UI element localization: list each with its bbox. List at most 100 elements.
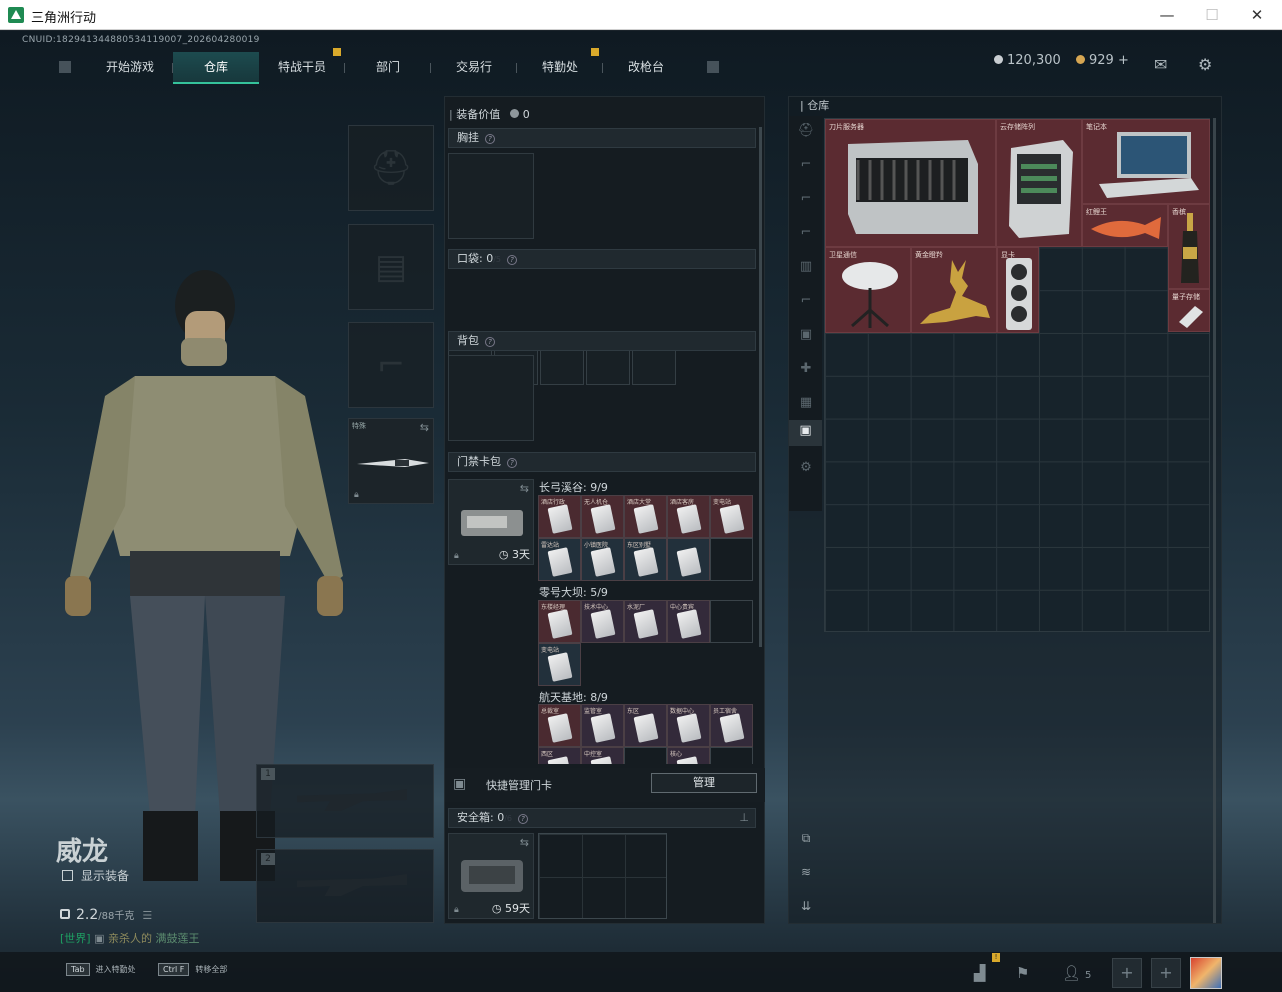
- sort-icon[interactable]: ⧉: [797, 831, 815, 849]
- show-gear-toggle[interactable]: 显示装备: [62, 867, 129, 884]
- tab-department[interactable]: 部门: [345, 52, 431, 84]
- stats-icon[interactable]: ▟!: [974, 953, 1000, 982]
- tab-special-ops[interactable]: 特勤处: [517, 48, 603, 84]
- help-icon[interactable]: ?: [518, 814, 529, 824]
- tidy-icon[interactable]: ⇊: [797, 899, 815, 917]
- primary-weapon-slot-1[interactable]: 1: [256, 764, 434, 838]
- nav-prev-key[interactable]: [59, 61, 71, 73]
- hint-enter-special-ops[interactable]: Tab 进入特勤处: [66, 963, 136, 976]
- keycard-item[interactable]: 小镇医院: [581, 538, 624, 581]
- keycard-case-slot[interactable]: ⇆ 🔒︎ ◷ 3天: [448, 479, 534, 565]
- help-icon[interactable]: ?: [485, 134, 495, 144]
- weapon-category-icon[interactable]: ⌐: [795, 188, 817, 210]
- item-champagne[interactable]: 香槟: [1168, 204, 1210, 289]
- keycard-manage-icon: ▣: [453, 776, 467, 792]
- manage-button[interactable]: 管理: [651, 773, 757, 793]
- mail-icon[interactable]: ✉: [1154, 55, 1167, 74]
- keycard-item[interactable]: 雷达站: [538, 538, 581, 581]
- swap-icon[interactable]: ⇆: [420, 421, 429, 434]
- keycard-item[interactable]: 员工宿舍: [710, 704, 753, 747]
- tab-operators[interactable]: 特战干员: [259, 48, 345, 84]
- item-blade-server[interactable]: 刀片服务器: [825, 119, 996, 247]
- add-currency-button[interactable]: +: [1118, 53, 1129, 68]
- keycard-item[interactable]: 中心贵宾: [667, 600, 710, 643]
- help-icon[interactable]: ?: [507, 458, 517, 468]
- keycard-item[interactable]: 东区别墅: [624, 538, 667, 581]
- settings-gear-icon[interactable]: ⚙: [1198, 55, 1212, 74]
- tab-warehouse[interactable]: 仓库: [173, 52, 259, 84]
- pin-icon[interactable]: ⊥: [739, 809, 749, 827]
- nav-next-key[interactable]: [707, 61, 719, 73]
- invite-slot-button[interactable]: +: [1151, 958, 1181, 988]
- tool-category-icon[interactable]: ▦: [795, 392, 817, 414]
- weapon-category-icon[interactable]: ⌐: [795, 222, 817, 244]
- keycard-item: [710, 600, 753, 643]
- keycard-item[interactable]: 变电站: [710, 495, 753, 538]
- keycard-item[interactable]: 变电站: [538, 643, 581, 686]
- keycard-item[interactable]: 酒店行政: [538, 495, 581, 538]
- scrollbar[interactable]: [759, 127, 762, 647]
- tab-start-game[interactable]: 开始游戏: [87, 52, 173, 84]
- item-cloud-storage-array[interactable]: 云存储阵列: [996, 119, 1082, 247]
- item-laptop[interactable]: 笔记本: [1082, 119, 1210, 204]
- armor-slot[interactable]: ▤: [348, 224, 434, 310]
- keycard-item[interactable]: [667, 538, 710, 581]
- warehouse-grid[interactable]: 刀片服务器 云存储阵列 笔记本 红鲤王 香槟 卫星通信 黄金瞪羚 显卡 量子存储: [824, 118, 1210, 632]
- window-titlebar: 三角洲行动 — ☐ ✕: [0, 0, 1282, 30]
- keycard-item[interactable]: 酒店客房: [667, 495, 710, 538]
- keycard-item[interactable]: 监管室: [581, 704, 624, 747]
- pistol-slot[interactable]: ⌐: [348, 322, 434, 408]
- chest-rig-slot[interactable]: [448, 153, 534, 239]
- keycard-name: 核心: [670, 751, 683, 758]
- attachment-category-icon[interactable]: ⌐: [795, 290, 817, 312]
- backpack-slot[interactable]: [448, 355, 534, 441]
- layers-icon[interactable]: ≋: [797, 865, 815, 883]
- keycard-item[interactable]: 技术中心: [581, 600, 624, 643]
- keycard-item[interactable]: 中控室: [581, 747, 624, 764]
- safe-box-grid[interactable]: [538, 833, 667, 919]
- minimize-button[interactable]: —: [1156, 5, 1178, 25]
- collectibles-category-icon[interactable]: ▣: [789, 420, 822, 446]
- item-red-koi[interactable]: 红鲤王: [1082, 204, 1168, 247]
- hint-transfer-all[interactable]: Ctrl F 转移全部: [158, 963, 227, 976]
- help-icon[interactable]: ?: [485, 337, 495, 347]
- team-icon[interactable]: 👤︎ 5: [1062, 964, 1091, 982]
- item-satellite-comm[interactable]: 卫星通信: [825, 247, 911, 333]
- keycard-item[interactable]: 总裁室: [538, 704, 581, 747]
- medical-category-icon[interactable]: ✚: [795, 358, 817, 380]
- list-icon[interactable]: ☰: [142, 909, 152, 922]
- keycard-item[interactable]: 数据中心: [667, 704, 710, 747]
- helmet-slot[interactable]: ⛑: [348, 125, 434, 211]
- safe-box-slot[interactable]: ⇆ 🔒︎ ◷ 59天: [448, 833, 534, 919]
- keycard-item[interactable]: 东区: [624, 704, 667, 747]
- maximize-button[interactable]: ☐: [1201, 5, 1223, 25]
- flag-icon[interactable]: ⚑: [1016, 964, 1029, 982]
- keycard-item[interactable]: 酒店大堂: [624, 495, 667, 538]
- helmet-category-icon[interactable]: ⛑: [795, 120, 817, 142]
- misc-category-icon[interactable]: ⚙: [795, 457, 817, 479]
- keycard-item[interactable]: 核心: [667, 747, 710, 764]
- tab-trade[interactable]: 交易行: [431, 52, 517, 84]
- primary-weapon-slot-2[interactable]: 2: [256, 849, 434, 923]
- warehouse-scrollbar[interactable]: [1213, 118, 1216, 923]
- tab-gunsmith[interactable]: 改枪台: [603, 52, 689, 84]
- carry-weight: 2.2/88千克 ☰: [60, 907, 152, 923]
- checkbox[interactable]: [62, 870, 73, 881]
- item-quantum-storage[interactable]: 量子存储: [1168, 289, 1210, 332]
- keycard-item[interactable]: 水泥厂: [624, 600, 667, 643]
- keycard-item[interactable]: 无人机仓: [581, 495, 624, 538]
- player-avatar[interactable]: [1190, 957, 1222, 989]
- keycard-item[interactable]: 西区: [538, 747, 581, 764]
- item-graphics-card[interactable]: 显卡: [997, 247, 1039, 333]
- swap-icon[interactable]: ⇆: [520, 836, 529, 849]
- close-button[interactable]: ✕: [1246, 5, 1268, 25]
- weapon-category-icon[interactable]: ⌐: [795, 154, 817, 176]
- melee-slot[interactable]: 特殊 ⇆ 🔒︎: [348, 418, 434, 504]
- help-icon[interactable]: ?: [507, 255, 518, 265]
- invite-slot-button[interactable]: +: [1112, 958, 1142, 988]
- swap-icon[interactable]: ⇆: [520, 482, 529, 495]
- item-golden-gazelle[interactable]: 黄金瞪羚: [911, 247, 997, 333]
- ammo-category-icon[interactable]: ▥: [795, 256, 817, 278]
- gear-category-icon[interactable]: ▣: [795, 324, 817, 346]
- keycard-item[interactable]: 东楼经理: [538, 600, 581, 643]
